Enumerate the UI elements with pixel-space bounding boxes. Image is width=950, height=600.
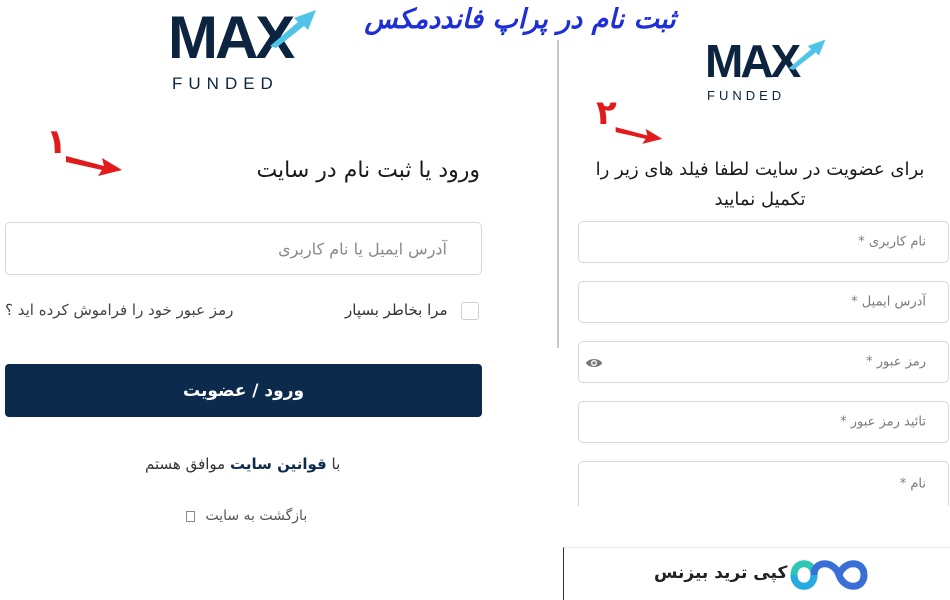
login-title: ورود یا ثبت نام در سایت	[256, 158, 480, 183]
square-icon	[186, 510, 195, 522]
email-username-placeholder: آدرس ایمیل یا نام کاربری	[278, 239, 447, 258]
logo-arrow-icon	[270, 10, 316, 48]
username-placeholder: نام کاربری *	[858, 234, 926, 250]
page-headline: ثبت نام در پراپ فانددمکس	[364, 4, 676, 35]
username-input[interactable]: نام کاربری *	[578, 221, 949, 263]
back-to-site-link[interactable]: بازگشت به سایت	[186, 508, 307, 524]
name-placeholder: نام *	[899, 476, 926, 492]
email-placeholder: آدرس ایمیل *	[851, 294, 926, 310]
forgot-password-link[interactable]: رمز عبور خود را فراموش کرده اید ؟	[5, 301, 233, 319]
terms-suffix: موافق هستم	[145, 455, 226, 473]
logo-arrow-icon	[788, 39, 826, 70]
logo-mark: MAX	[705, 35, 801, 87]
eye-icon[interactable]	[585, 354, 603, 372]
email-input[interactable]: آدرس ایمیل *	[578, 281, 949, 323]
password-placeholder: رمز عبور *	[866, 354, 926, 370]
terms-link[interactable]: قوانین سایت	[230, 455, 327, 473]
login-register-button[interactable]: ورود / عضویت	[5, 364, 482, 417]
password-input[interactable]: رمز عبور *	[578, 341, 949, 383]
register-title: برای عضویت در سایت لطفا فیلد های زیر را …	[595, 159, 925, 210]
logo-sub: FUNDED	[707, 88, 786, 103]
maxfunded-logo-right: MAX FUNDED	[705, 35, 826, 108]
brand-name: کپی ترید بیزنس	[654, 563, 788, 583]
confirm-password-placeholder: تائید رمز عبور *	[840, 414, 926, 430]
confirm-password-input[interactable]: تائید رمز عبور *	[578, 401, 949, 443]
infinity-logo-icon	[790, 560, 868, 590]
name-input[interactable]: نام *	[578, 461, 949, 506]
remember-me-label[interactable]: مرا بخاطر بسپار	[345, 301, 448, 319]
terms-prefix: با	[331, 455, 341, 473]
remember-me-checkbox[interactable]	[461, 302, 479, 320]
email-username-input[interactable]: آدرس ایمیل یا نام کاربری	[5, 222, 482, 275]
panel-divider	[557, 40, 559, 348]
maxfunded-logo-left: MAX FUNDED	[168, 8, 318, 98]
brand-panel: کپی ترید بیزنس	[563, 547, 950, 600]
red-arrow-icon	[66, 156, 122, 176]
back-to-site-label: بازگشت به سایت	[205, 508, 308, 524]
terms-text: با قوانین سایت موافق هستم	[145, 455, 340, 473]
logo-sub: FUNDED	[172, 74, 279, 93]
red-arrow-icon	[615, 127, 663, 144]
